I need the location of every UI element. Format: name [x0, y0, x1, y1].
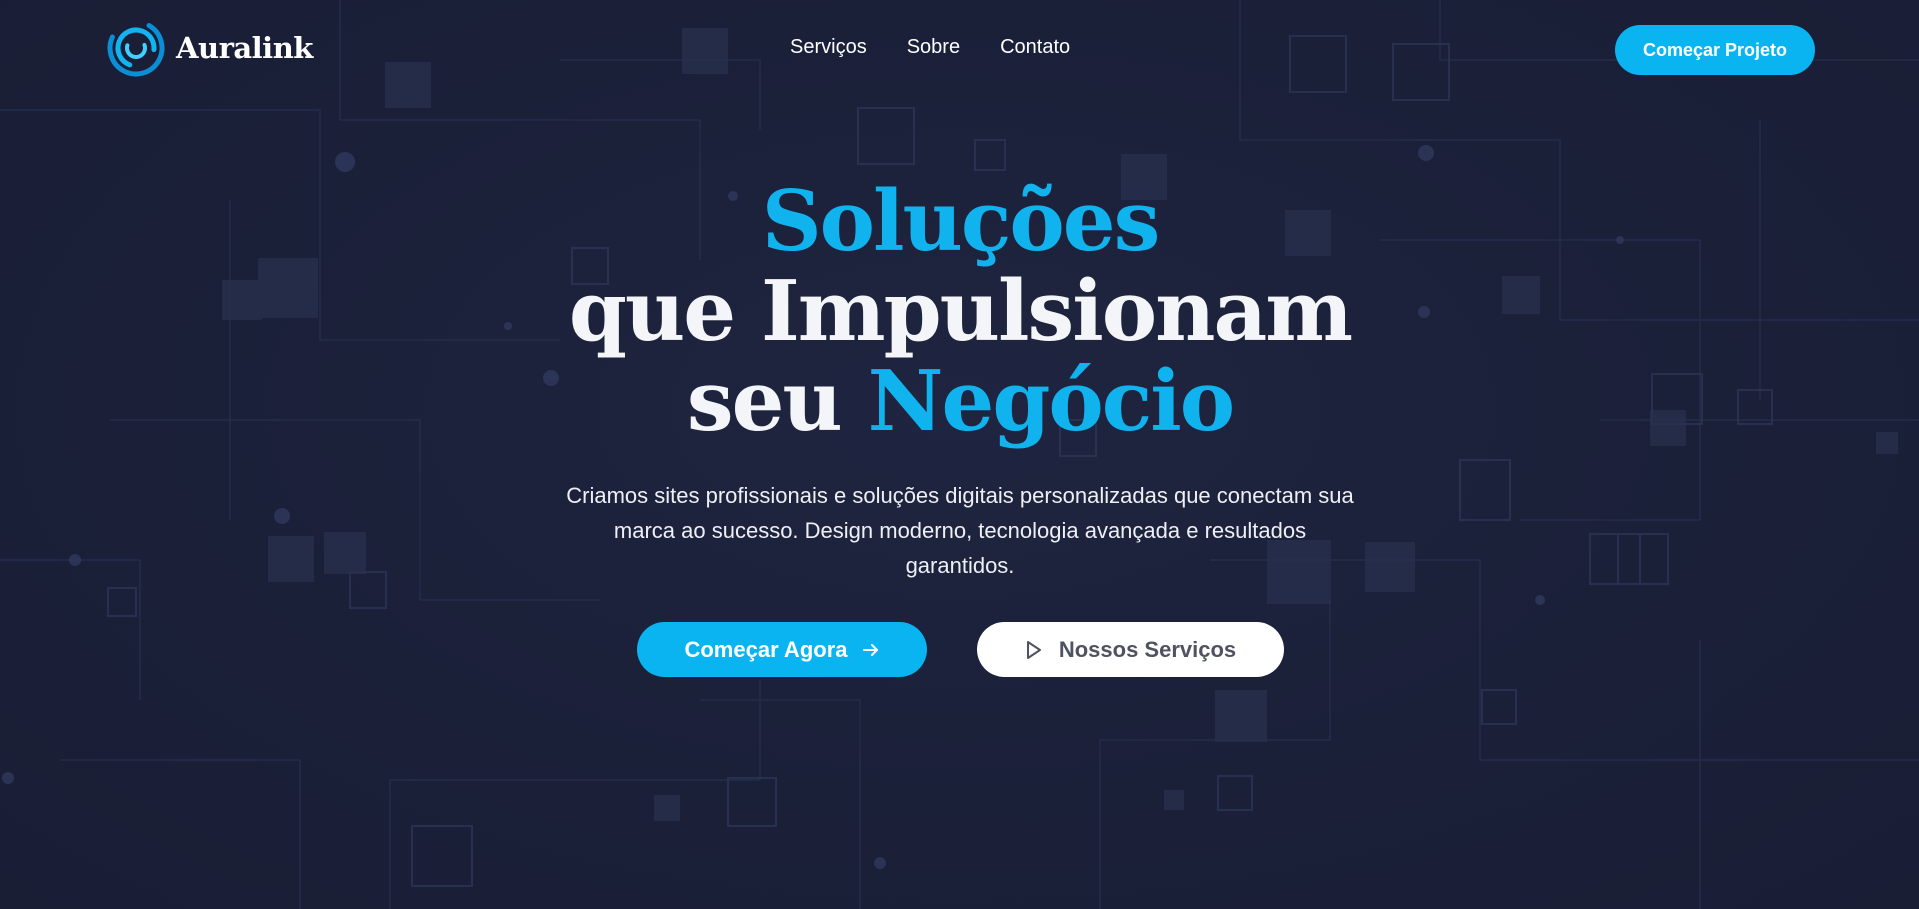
- hero-subtitle: Criamos sites profissionais e soluções d…: [566, 483, 1354, 578]
- hero-title-line-2: que Impulsionam: [568, 262, 1353, 360]
- nav-item-sobre[interactable]: Sobre: [907, 36, 960, 59]
- site-header: Auralink Serviços Sobre Contato Começar …: [0, 0, 1919, 100]
- swirl-logo-icon: [107, 19, 165, 77]
- nav-item-servicos[interactable]: Serviços: [790, 36, 867, 59]
- our-services-button[interactable]: Nossos Serviços: [977, 622, 1284, 677]
- start-project-button[interactable]: Começar Projeto: [1615, 25, 1815, 75]
- start-now-button[interactable]: Começar Agora: [637, 622, 927, 677]
- hero-title: Soluções que Impulsionam seu Negócio: [560, 176, 1360, 446]
- circuit-background: [0, 0, 1919, 909]
- our-services-label: Nossos Serviços: [1058, 636, 1237, 662]
- brand-name: Auralink: [176, 31, 313, 65]
- hero-title-highlight-2: Negócio: [867, 352, 1235, 450]
- start-now-label: Começar Agora: [684, 636, 848, 662]
- page: Auralink Serviços Sobre Contato Começar …: [0, 0, 1919, 909]
- hero-title-word-seu: seu: [686, 352, 843, 450]
- nav-item-contato[interactable]: Contato: [1000, 36, 1070, 59]
- arrow-right-icon: [862, 641, 880, 659]
- play-icon: [1025, 640, 1043, 660]
- hero-title-highlight-1: Soluções: [761, 172, 1161, 270]
- logo-link[interactable]: Auralink: [106, 18, 313, 78]
- hero-title-line-3: seu Negócio: [560, 356, 1360, 446]
- main-nav: Serviços Sobre Contato: [790, 36, 1070, 59]
